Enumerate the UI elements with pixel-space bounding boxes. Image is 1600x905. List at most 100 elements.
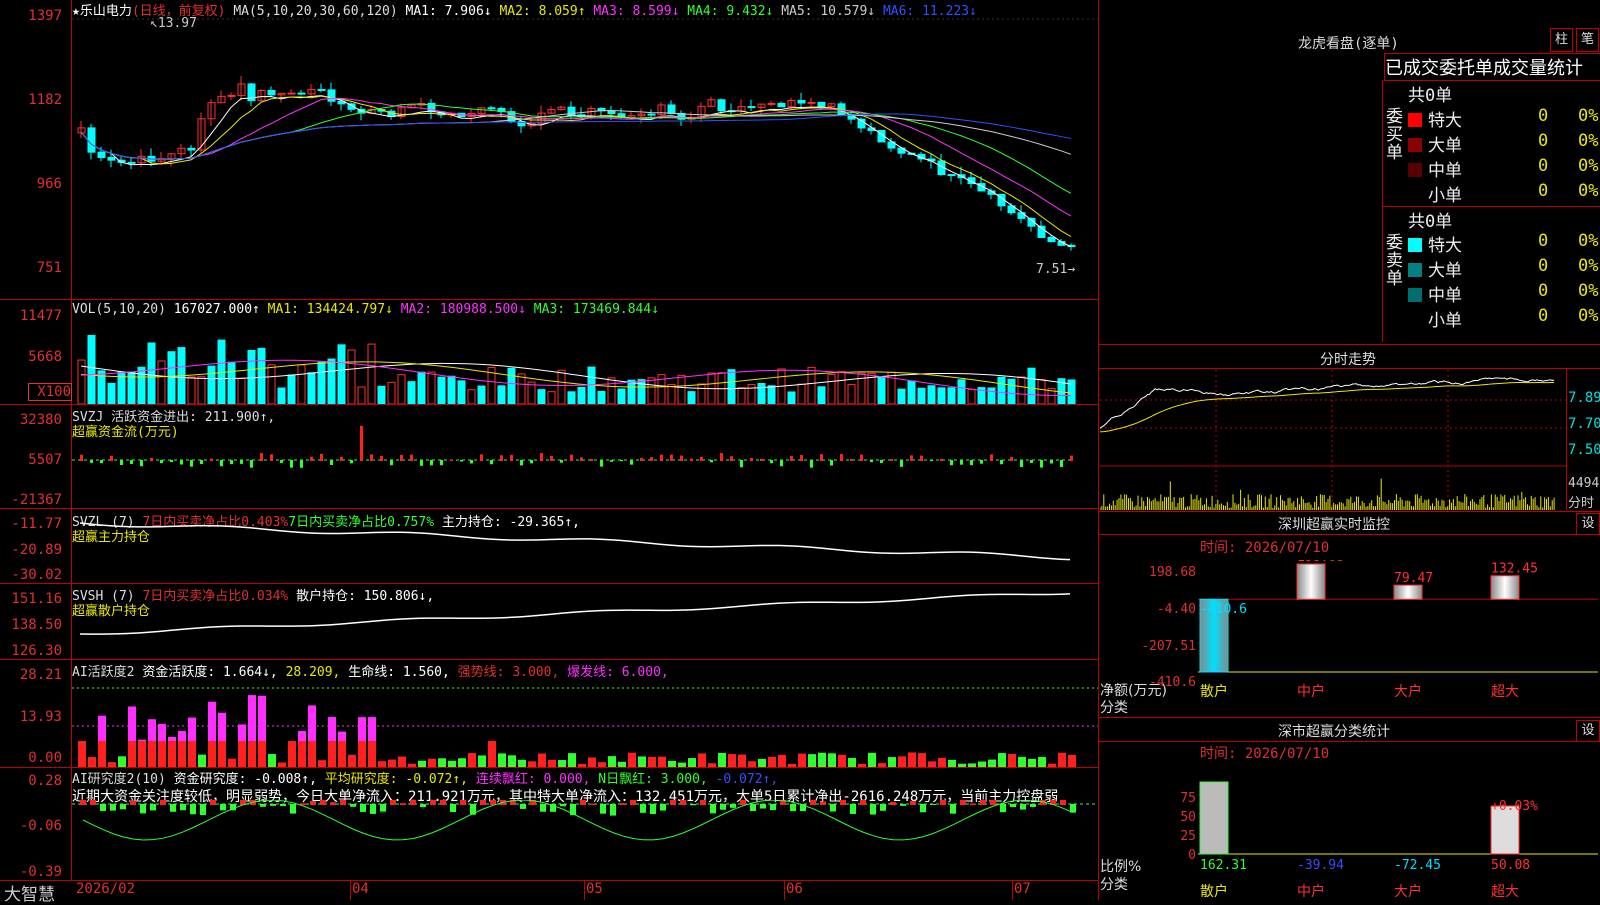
ai-active-bar <box>888 757 896 767</box>
air-bar <box>190 804 196 815</box>
ai-active-bar <box>518 759 526 767</box>
volume-bar <box>807 366 816 404</box>
intraday-chart[interactable] <box>1100 370 1566 510</box>
monitor-value-散户: -410.6 <box>1200 602 1247 617</box>
air-bar <box>560 804 566 807</box>
ma4-value: MA4: 9.432↓ <box>687 4 774 19</box>
monitor-chart[interactable]: -410.6 散户 198.68 中户 79.47 大户 132.45 超大 <box>1198 560 1598 698</box>
svzj-bar <box>970 460 973 466</box>
ai-active-bar <box>348 754 356 767</box>
divider-svsh-ai <box>0 659 1098 660</box>
monitor-settings-button[interactable]: 设 <box>1576 513 1600 535</box>
svzj-bar <box>940 458 943 461</box>
svzj-bar <box>1010 456 1013 461</box>
sell-row-label: 特大 <box>1428 236 1462 256</box>
air-bar <box>340 800 346 805</box>
svzj-bar <box>930 460 933 462</box>
high-mark: ↖13.97 <box>150 16 197 31</box>
xaxis-label-feb: 2026/02 <box>76 881 136 897</box>
ai-tick-2: 13.93 <box>19 709 62 725</box>
air-bar <box>150 804 156 811</box>
svzj-bar <box>140 460 143 467</box>
air-bar <box>880 804 886 811</box>
svzl-line[interactable] <box>72 509 1098 583</box>
volume-bar <box>357 386 366 404</box>
svsh-line[interactable] <box>72 584 1098 659</box>
svzj-bar <box>340 456 343 461</box>
air-tick-2: -0.06 <box>19 818 62 834</box>
monitor-bars[interactable]: -410.6 散户 198.68 中户 79.47 大户 132.45 超大 <box>1198 560 1598 698</box>
buy-row-pct: 0% <box>1578 181 1599 201</box>
candle-body <box>607 110 616 115</box>
ai-active-bar <box>778 754 786 767</box>
svzj-bar <box>860 454 863 461</box>
ai-active-bar <box>148 719 156 741</box>
ai-active-bar <box>248 695 256 741</box>
category-settings-button[interactable]: 设 <box>1576 720 1600 742</box>
bar-toggle-button[interactable]: 柱 <box>1550 28 1573 52</box>
volume-bar <box>917 387 926 404</box>
volume-bar <box>497 385 506 404</box>
lhb-title: 龙虎看盘(逐单) <box>1298 36 1399 52</box>
divider-vol-svzj <box>0 404 1098 405</box>
candle-body <box>107 156 116 161</box>
ai-active-bar <box>678 762 686 767</box>
air-bar <box>320 800 326 805</box>
ai-active-bars[interactable] <box>72 674 1098 767</box>
ai-active-bar <box>108 762 116 767</box>
buy-row-label: 中单 <box>1428 161 1462 181</box>
intraday-lines[interactable] <box>1100 370 1566 510</box>
ai-active-bar <box>98 715 106 741</box>
ai-active-base <box>218 741 226 767</box>
svzl-chart[interactable] <box>72 509 1098 583</box>
category-tick-1: 75 <box>1180 791 1196 806</box>
candle-body <box>267 89 276 96</box>
fenshi-title: 分时走势 <box>1320 352 1376 368</box>
svzj-tick-3: -21367 <box>11 492 62 508</box>
stock-label[interactable]: ★乐山电力 <box>72 4 132 19</box>
svzj-bar <box>630 460 633 465</box>
ai-research-bars[interactable] <box>72 800 1098 879</box>
ai-active-chart[interactable] <box>72 674 1098 767</box>
ai-active-bar <box>798 753 806 767</box>
svsh-chart[interactable] <box>72 584 1098 659</box>
volume-bar <box>547 391 556 404</box>
ai-tick-3: 0.00 <box>28 750 62 766</box>
vol-label: VOL(5,10,20) <box>72 302 166 317</box>
air-bar <box>410 800 416 805</box>
price-chart[interactable] <box>72 18 1098 298</box>
ai-active-bar <box>318 760 326 767</box>
ai-active-bar <box>498 753 506 767</box>
pen-toggle-button[interactable]: 笔 <box>1576 28 1599 52</box>
air-bar <box>990 800 996 805</box>
svzj-chart[interactable] <box>72 418 1098 508</box>
buy-color-swatch <box>1408 188 1422 202</box>
volume-bars[interactable] <box>72 316 1098 404</box>
svzj-bar <box>600 460 603 467</box>
candlestick-chart[interactable] <box>72 18 1098 298</box>
candle-body <box>297 92 306 95</box>
svzj-bars[interactable] <box>72 418 1098 508</box>
fenshi-tick-2: 7.70 <box>1568 416 1600 432</box>
volume-chart[interactable] <box>72 316 1098 404</box>
category-chart[interactable]: 162.31 散户 -39.94 中户 -72.45 大户 50.08 超大 +0.03% <box>1198 770 1598 900</box>
ai-active-base <box>148 741 156 767</box>
svzj-bar <box>800 455 803 461</box>
volume-bar <box>737 387 746 404</box>
lhb-tab-strip[interactable]: 已成交委托单成交量统计 <box>1384 53 1600 81</box>
ai-active-bar <box>948 759 956 767</box>
svzl-tick-1: -11.77 <box>11 516 62 532</box>
category-bars[interactable]: 162.31 散户 -39.94 中户 -72.45 大户 50.08 超大 +0.03% <box>1198 770 1598 900</box>
svzj-bar <box>750 457 753 461</box>
volume-bar <box>237 378 246 404</box>
category-value-中户: -39.94 <box>1297 858 1344 873</box>
ai-research-chart[interactable] <box>72 800 1098 879</box>
candle-body <box>767 102 776 105</box>
ai-active-bar <box>998 753 1006 767</box>
air-bar <box>650 804 656 815</box>
xtick-jun <box>784 880 785 900</box>
svzj-bar <box>670 454 673 461</box>
ai-active-bar <box>128 706 136 741</box>
air-bar <box>870 804 876 815</box>
svzj-bar <box>310 456 313 461</box>
